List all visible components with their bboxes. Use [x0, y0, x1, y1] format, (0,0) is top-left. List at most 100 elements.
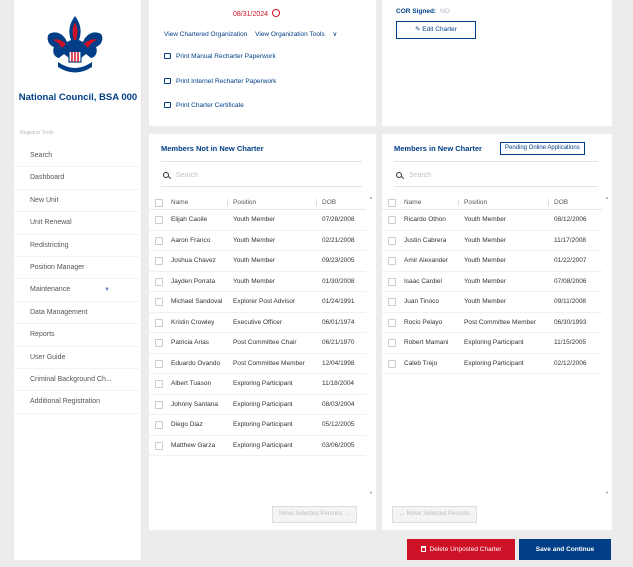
sidebar-item-search[interactable]: Search [14, 145, 142, 168]
table-row[interactable]: Elijah Caoile Youth Member 07/28/2008 [149, 210, 366, 231]
sidebar-item-data-management[interactable]: Data Management [14, 302, 142, 325]
cell-position: Exploring Participant [464, 359, 524, 367]
cell-dob: 12/04/1998 [322, 359, 355, 367]
sidebar-item-maintenance[interactable]: Maintenance ▼ [14, 279, 142, 302]
row-checkbox[interactable] [155, 380, 163, 388]
cell-position: Youth Member [233, 236, 276, 244]
table-row[interactable]: Isaac Cardiel Youth Member 07/08/2006 [382, 272, 602, 292]
scrollbar[interactable]: ▲ ▼ [604, 195, 610, 495]
search-input[interactable]: Search [396, 172, 431, 179]
sidebar-item-unit-renewal[interactable]: Unit Renewal [14, 212, 142, 235]
row-checkbox[interactable] [155, 318, 163, 327]
print-charter-certificate-link[interactable]: Print Charter Certificate [164, 102, 244, 109]
cell-position: Youth Member [464, 216, 507, 223]
table-row[interactable]: Robert Mamani Exploring Participant 11/15/… [382, 333, 602, 354]
scroll-down-icon[interactable]: ▼ [368, 490, 374, 495]
cell-dob: 05/12/2005 [322, 421, 355, 428]
chevron-down-icon[interactable]: ▼ [104, 279, 110, 300]
row-checkbox[interactable] [155, 421, 163, 429]
cell-dob: 07/08/2006 [554, 277, 587, 285]
scrollbar[interactable]: ▲ ▼ [368, 195, 374, 495]
edit-charter-button[interactable]: ✎ Edit Charter [396, 21, 476, 39]
table-row[interactable]: Rocio Pelayo Post Committee Member 06/30/1… [382, 313, 602, 333]
table-row[interactable]: Albert Tuason Exploring Participant 11/18/… [149, 374, 366, 395]
table-row[interactable]: Caleb Trejo Exploring Participant 02/12/20… [382, 354, 602, 374]
row-checkbox[interactable] [155, 339, 163, 347]
row-checkbox[interactable] [388, 298, 396, 306]
print-internet-recharter-link[interactable]: Print Internet Recharter Paperwork [164, 78, 276, 85]
sidebar-item-additional-registration[interactable]: Additional Registration [14, 391, 142, 414]
select-all-checkbox[interactable] [155, 198, 163, 207]
cell-name: Robert Mamani [404, 339, 449, 346]
sidebar-item-criminal-background-check[interactable]: Criminal Background Ch... [14, 369, 142, 392]
column-header-position[interactable]: Position [464, 195, 487, 210]
print-manual-recharter-link[interactable]: Print Manual Recharter Paperwork [164, 53, 276, 60]
scroll-up-icon[interactable]: ▲ [368, 195, 374, 200]
column-header-position[interactable]: Position [233, 195, 256, 210]
table-row[interactable]: Justin Cabrera Youth Member 11/17/2008 [382, 231, 602, 251]
move-to-charter-button[interactable]: Move Selected Persons → [272, 506, 358, 523]
table-row[interactable]: Michael Sandoval Explorer Post Advisor 01/… [149, 292, 366, 313]
row-checkbox[interactable] [388, 216, 396, 224]
row-checkbox[interactable] [155, 277, 163, 286]
search-input[interactable]: Search [163, 172, 198, 179]
save-and-continue-button[interactable]: Save and Continue [519, 539, 611, 560]
table-row[interactable]: Eduardo Ovando Post Committee Member 12/04… [149, 354, 366, 374]
row-checkbox[interactable] [155, 400, 163, 409]
row-checkbox[interactable] [155, 257, 163, 265]
row-checkbox[interactable] [388, 277, 396, 286]
cell-position: Post Committee Chair [233, 339, 297, 346]
scroll-up-icon[interactable]: ▲ [604, 195, 610, 200]
sidebar-item-reports[interactable]: Reports [14, 324, 142, 347]
sidebar-item-dashboard[interactable]: Dashboard [14, 167, 142, 190]
table-row[interactable]: Ricardo Othon Youth Member 08/12/2006 [382, 210, 602, 231]
table-row[interactable]: Joshua Chavez Youth Member 09/23/2005 [149, 251, 366, 272]
column-separator [458, 199, 459, 206]
table-row[interactable]: Matthew Garza Exploring Participant 03/06/… [149, 436, 366, 456]
row-checkbox[interactable] [388, 257, 396, 265]
row-checkbox[interactable] [388, 359, 396, 368]
column-header-dob[interactable]: DOB [554, 195, 568, 210]
sidebar-item-label: Reports [30, 331, 55, 339]
scroll-down-icon[interactable]: ▼ [604, 490, 610, 495]
row-checkbox[interactable] [388, 339, 396, 347]
column-separator [548, 199, 549, 206]
cell-position: Executive Officer [233, 318, 283, 326]
sidebar-item-redistricting[interactable]: Redistricting [14, 235, 142, 257]
cell-position: Exploring Participant [233, 380, 293, 387]
row-checkbox[interactable] [155, 298, 163, 306]
row-checkbox[interactable] [388, 236, 396, 245]
view-chartered-organization-link[interactable]: View Chartered Organization [164, 31, 247, 38]
row-checkbox[interactable] [155, 216, 163, 224]
sidebar-item-new-unit[interactable]: New Unit [14, 190, 142, 213]
move-from-charter-button[interactable]: ← Move Selected Persons [392, 506, 478, 523]
cell-name: Matthew Garza [171, 441, 216, 449]
cell-position: Post Committee Member [464, 318, 536, 326]
cell-name: Diego Diaz [171, 421, 203, 428]
column-header-dob[interactable]: DOB [322, 195, 336, 210]
delete-unposted-charter-button[interactable]: Delete Unposted Charter [407, 539, 515, 560]
table-row[interactable]: Aaron Franco Youth Member 02/21/2008 [149, 231, 366, 251]
cell-dob: 03/06/2005 [322, 441, 355, 449]
column-separator [227, 199, 228, 206]
column-header-name[interactable]: Name [404, 195, 421, 210]
row-checkbox[interactable] [155, 236, 163, 245]
cell-position: Post Committee Member [233, 359, 305, 367]
table-row[interactable]: Juan Tinoco Youth Member 09/11/2008 [382, 292, 602, 313]
pending-online-applications-button[interactable]: Pending Online Applications [500, 142, 585, 155]
select-all-checkbox[interactable] [388, 198, 396, 207]
table-row[interactable]: Patricia Arias Post Committee Chair 06/21/… [149, 333, 366, 354]
row-checkbox[interactable] [388, 318, 396, 327]
table-row[interactable]: Diego Diaz Exploring Participant 05/12/200… [149, 415, 366, 436]
row-checkbox[interactable] [155, 359, 163, 368]
table-row[interactable]: Jayden Porrata Youth Member 01/30/2008 [149, 272, 366, 292]
cell-name: Michael Sandoval [171, 298, 223, 305]
column-header-name[interactable]: Name [171, 195, 188, 210]
view-organization-tools-link[interactable]: View Organization Tools ∨ [255, 31, 337, 38]
sidebar-item-user-guide[interactable]: User Guide [14, 347, 142, 369]
table-row[interactable]: Amir Alexander Youth Member 01/22/2007 [382, 251, 602, 272]
table-row[interactable]: Kristin Crowley Executive Officer 06/01/19… [149, 313, 366, 333]
row-checkbox[interactable] [155, 441, 163, 450]
sidebar-item-position-manager[interactable]: Position Manager [14, 257, 142, 280]
table-row[interactable]: Johnny Santana Exploring Participant 08/03… [149, 395, 366, 415]
